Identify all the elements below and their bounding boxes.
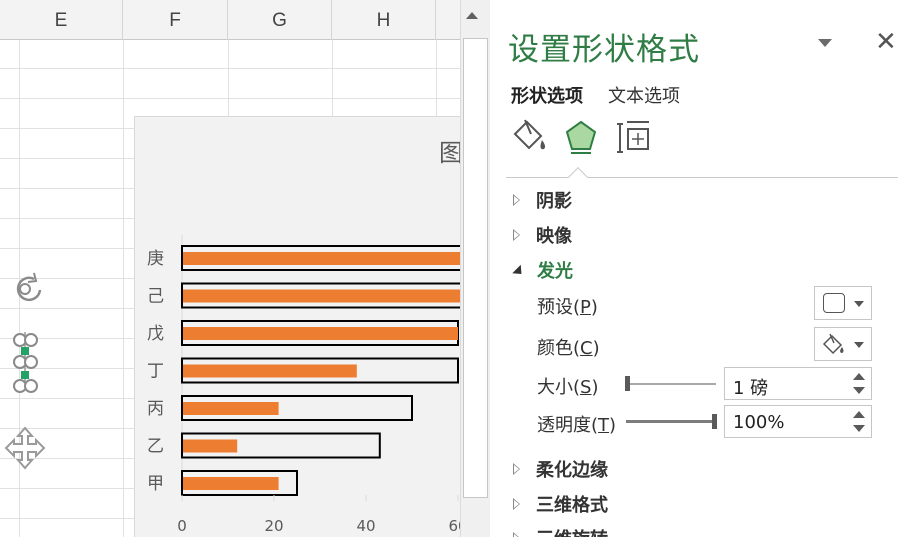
section-3d-rotation-label: 三维旋转 (536, 529, 608, 537)
column-header-f[interactable]: F (123, 0, 228, 40)
expand-arrow-icon (513, 194, 520, 206)
preset-label: 预设(P) (537, 297, 598, 318)
scroll-up-arrow-icon[interactable] (466, 12, 478, 19)
category-tick-label[interactable]: 丙 (147, 399, 164, 419)
expand-arrow-icon (513, 229, 520, 241)
category-tick-label[interactable]: 庚 (147, 249, 164, 269)
x-tick-label[interactable]: 20 (264, 517, 283, 535)
grid-line (0, 68, 460, 69)
transparency-label: 透明度(T) (537, 415, 617, 436)
close-icon[interactable]: ✕ (875, 28, 897, 56)
transparency-spinbox[interactable]: 100% (724, 405, 872, 438)
column-header-h[interactable]: H (332, 0, 436, 40)
data-bar[interactable] (183, 327, 458, 340)
effects-pentagon-icon[interactable] (561, 118, 601, 158)
data-bar[interactable] (183, 289, 460, 303)
fill-line-icon[interactable] (511, 118, 551, 158)
section-soft-edges[interactable]: 柔化边缘 (513, 456, 608, 482)
x-tick-label[interactable]: 40 (356, 517, 375, 535)
tab-shape-options[interactable]: 形状选项 (511, 82, 583, 108)
size-spinbox[interactable]: 1 磅 (724, 367, 872, 400)
spreadsheet-area[interactable]: E F G H 图 庚己戊丁丙乙甲0204060 (0, 0, 460, 537)
transparency-slider-thumb[interactable] (712, 414, 717, 429)
data-bar[interactable] (183, 402, 279, 415)
glow-color-dropdown[interactable] (814, 327, 872, 361)
section-3d-format[interactable]: 三维格式 (513, 491, 608, 517)
tab-indicator (568, 167, 588, 187)
category-tick-label[interactable]: 戊 (147, 324, 164, 344)
scrollbar-thumb[interactable] (463, 38, 488, 498)
section-glow[interactable]: 发光 (512, 257, 573, 283)
category-tick-label[interactable]: 乙 (147, 437, 164, 457)
data-bar[interactable] (183, 364, 357, 378)
rotate-handle-icon (16, 272, 42, 302)
expand-arrow-icon (513, 532, 520, 537)
section-reflection-label: 映像 (536, 226, 572, 247)
section-shadow[interactable]: 阴影 (513, 187, 572, 213)
data-bar[interactable] (183, 439, 238, 453)
expand-arrow-icon (513, 463, 520, 475)
chevron-down-icon (854, 342, 864, 348)
move-handle-icon (4, 426, 46, 470)
preset-swatch (823, 293, 845, 313)
vertical-scrollbar[interactable] (460, 0, 490, 537)
size-slider[interactable] (626, 383, 716, 385)
category-tick-label[interactable]: 己 (147, 287, 164, 307)
pane-title: 设置形状格式 (508, 32, 700, 68)
spin-up-icon[interactable] (853, 411, 865, 418)
data-bar[interactable] (183, 252, 460, 265)
size-properties-icon[interactable] (613, 118, 653, 158)
section-3d-rotation[interactable]: 三维旋转 (513, 525, 608, 537)
size-value: 1 磅 (733, 378, 769, 399)
x-tick-label[interactable]: 60 (448, 517, 460, 535)
size-label: 大小(S) (537, 377, 599, 398)
x-tick-label[interactable]: 0 (177, 517, 187, 535)
color-label: 颜色(C) (537, 338, 600, 359)
transparency-slider[interactable] (626, 420, 716, 423)
chart-object[interactable]: 图 庚己戊丁丙乙甲0204060 (134, 116, 460, 537)
section-soft-edges-label: 柔化边缘 (536, 460, 608, 481)
spin-down-icon[interactable] (853, 387, 865, 394)
paint-bucket-icon (822, 333, 844, 355)
chevron-down-icon (854, 301, 864, 307)
section-shadow-label: 阴影 (536, 191, 572, 212)
pane-divider (506, 177, 898, 178)
column-header-g[interactable]: G (228, 0, 332, 40)
spin-down-icon[interactable] (853, 425, 865, 432)
column-header-e[interactable]: E (0, 0, 123, 40)
tab-text-options[interactable]: 文本选项 (608, 82, 680, 108)
expand-arrow-icon (513, 498, 520, 510)
spin-up-icon[interactable] (853, 373, 865, 380)
column-header-row: E F G H (0, 0, 460, 40)
section-3d-format-label: 三维格式 (536, 495, 608, 516)
glow-preset-dropdown[interactable] (814, 286, 872, 320)
resize-handle-icon (13, 333, 38, 393)
bar-chart-plot[interactable]: 庚己戊丁丙乙甲 0 20 40 60 (135, 117, 460, 537)
pane-options-dropdown-icon[interactable] (818, 39, 832, 47)
data-bar[interactable] (183, 477, 279, 490)
category-tick-label[interactable]: 丁 (147, 362, 164, 382)
category-tick-label[interactable]: 甲 (147, 474, 164, 494)
selection-handles[interactable] (4, 270, 54, 470)
collapse-arrow-icon (512, 264, 526, 279)
grid-line (123, 40, 124, 537)
section-reflection[interactable]: 映像 (513, 222, 572, 248)
transparency-value: 100% (733, 412, 785, 433)
format-shape-pane: 设置形状格式 ✕ 形状选项 文本选项 阴影 映像 发光 预设(P) 颜色(C) … (491, 0, 898, 537)
grid-line (0, 98, 460, 99)
section-glow-label: 发光 (537, 261, 573, 282)
size-slider-thumb[interactable] (625, 376, 630, 391)
